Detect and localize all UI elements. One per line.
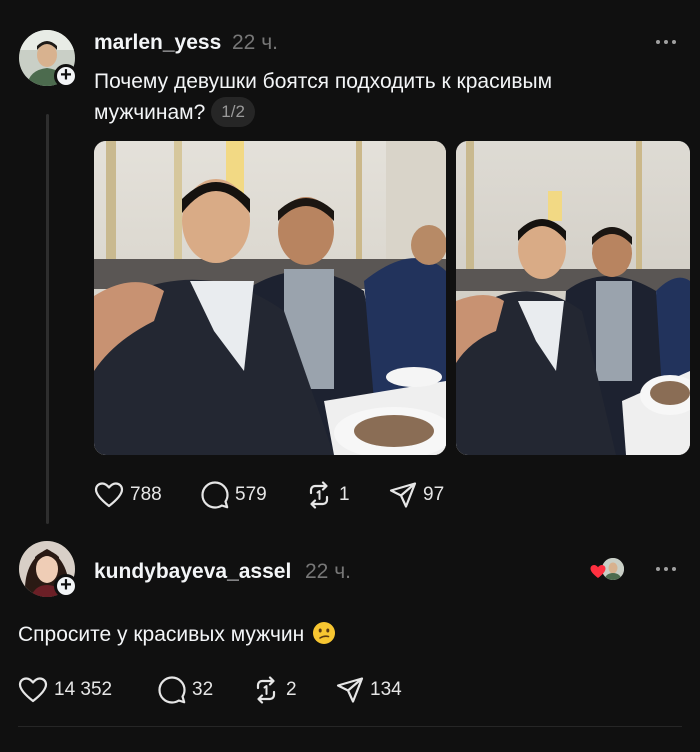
send-icon xyxy=(389,482,417,508)
reply-author-name[interactable]: kundybayeva_assel xyxy=(94,560,291,584)
post-photo-1[interactable] xyxy=(94,141,446,455)
page-indicator: 1/2 xyxy=(211,97,255,127)
thread-connector-line xyxy=(46,114,49,524)
like-count: 788 xyxy=(130,484,162,505)
send-icon xyxy=(336,677,364,703)
post-timestamp[interactable]: 22 ч. xyxy=(232,31,278,55)
post-photo-2[interactable] xyxy=(456,141,690,455)
post-author-name[interactable]: marlen_yess xyxy=(94,31,221,55)
reply-comment-button[interactable]: 32 xyxy=(158,676,213,704)
liked-by-author-indicator xyxy=(590,556,626,584)
reply-follow-plus-icon[interactable]: + xyxy=(54,574,78,598)
reply-repost-count: 2 xyxy=(286,679,297,700)
reply-timestamp[interactable]: 22 ч. xyxy=(305,560,351,584)
comment-icon xyxy=(201,481,229,509)
comment-count: 579 xyxy=(235,484,267,505)
repost-icon xyxy=(309,481,329,509)
reply-share-button[interactable]: 134 xyxy=(336,676,402,704)
reply-comment-count: 32 xyxy=(192,679,214,700)
share-button[interactable]: 97 xyxy=(389,481,444,509)
reply-text: Спросите у красивых мужчин xyxy=(18,623,305,646)
heart-icon xyxy=(18,677,48,703)
confused-face-icon xyxy=(313,622,336,644)
more-options-icon[interactable] xyxy=(652,30,680,54)
divider xyxy=(18,726,682,727)
post-text: Почему девушки боятся подходить к красив… xyxy=(94,70,553,124)
repost-icon xyxy=(256,676,276,704)
repost-button[interactable]: 1 xyxy=(305,481,350,509)
reply-body: Спросите у красивых мужчин xyxy=(18,621,336,647)
heart-icon xyxy=(94,482,124,508)
liked-heart-icon xyxy=(590,565,606,578)
share-count: 97 xyxy=(423,484,445,505)
like-button[interactable]: 788 xyxy=(94,481,162,509)
post-body: Почему девушки боятся подходить к красив… xyxy=(94,66,654,128)
reply-like-count: 14 352 xyxy=(54,679,113,700)
comment-icon xyxy=(158,676,186,704)
reply-repost-button[interactable]: 2 xyxy=(252,676,297,704)
comment-button[interactable]: 579 xyxy=(201,481,267,509)
reply-share-count: 134 xyxy=(370,679,402,700)
follow-plus-icon[interactable]: + xyxy=(54,64,78,88)
reply-like-button[interactable]: 14 352 xyxy=(18,676,112,704)
reply-more-options-icon[interactable] xyxy=(652,557,680,581)
repost-count: 1 xyxy=(339,484,350,505)
